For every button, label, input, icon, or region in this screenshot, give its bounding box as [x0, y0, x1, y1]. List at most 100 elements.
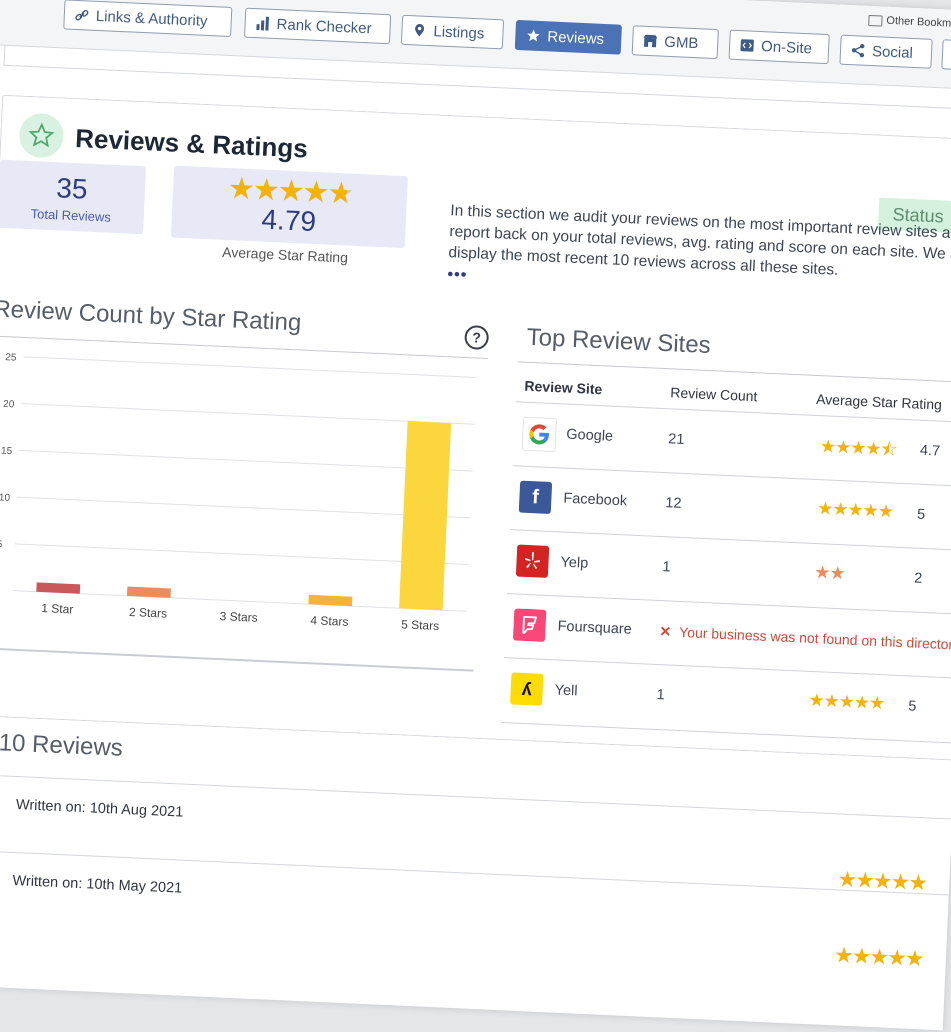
site-average: 2 — [913, 570, 923, 587]
google-icon — [521, 416, 558, 453]
total-reviews-card: 35 Total Reviews — [0, 159, 147, 235]
bookmark-label: Other Bookmarks — [886, 14, 951, 31]
tab-label: Listings — [433, 22, 485, 42]
review-count-bar-chart: 0 5 10 15 20 25 1 Star 2 Stars 3 Stars 4 Stars 5 S… — [0, 352, 477, 633]
tab-label: GMB — [663, 33, 699, 52]
folder-icon — [868, 14, 883, 27]
y-tick-label: 0 — [0, 586, 1, 597]
site-name: Foursquare — [557, 618, 633, 638]
site-star-rating: ★★★★★ — [816, 498, 894, 522]
page-canvas: Links & Authority Rank Checker Listings … — [0, 0, 951, 1031]
sites-title: Top Review Sites — [526, 323, 712, 360]
review-date: Written on: 10th May 2021 — [12, 873, 182, 897]
facebook-icon: f — [518, 480, 553, 514]
gridline — [19, 449, 473, 472]
tab-more[interactable] — [941, 39, 951, 72]
review-date-value: 10th Aug 2021 — [89, 800, 184, 821]
average-rating-label: Average Star Rating — [221, 243, 349, 266]
site-review-count: 1 — [656, 686, 666, 704]
review-date-value: 10th May 2021 — [85, 876, 183, 897]
section-title: Reviews & Ratings — [74, 123, 309, 164]
x-tick-label: 4 Stars — [310, 613, 349, 629]
column-header-average: Average Star Rating — [815, 390, 943, 413]
site-average: 5 — [916, 506, 926, 523]
x-tick-label: 1 Star — [41, 601, 74, 616]
reviews-section-icon — [18, 112, 65, 159]
tab-label: Social — [871, 42, 914, 62]
site-average: 4.7 — [919, 442, 941, 460]
bar-chart-icon — [255, 16, 270, 31]
tab-label: On-Site — [760, 37, 813, 57]
top-review-sites-panel: Top Review Sites Review Site Review Coun… — [500, 311, 951, 772]
bar — [399, 421, 452, 611]
tab-listings[interactable]: Listings — [400, 14, 505, 50]
help-icon[interactable]: ? — [464, 324, 490, 350]
bar — [126, 586, 171, 598]
tab-label: Reviews — [546, 27, 605, 48]
y-tick-label: 10 — [0, 492, 11, 504]
site-name: Google — [565, 426, 614, 445]
gridline — [12, 590, 467, 612]
site-star-rating: ★★★★⯪ — [819, 436, 898, 460]
star-icon — [526, 28, 541, 43]
tab-links-authority[interactable]: Links & Authority — [63, 0, 233, 38]
star-outline-icon — [28, 122, 55, 148]
yelp-icon — [515, 544, 550, 578]
site-name: Yell — [554, 682, 578, 700]
review-count-chart-panel: Review Count by Star Rating ? 0 5 10 15 20 25… — [0, 287, 490, 672]
review-stars: ★★★★★ — [833, 942, 924, 972]
review-date: Written on: 10th Aug 2021 — [16, 797, 184, 821]
reviews-section: Reviews & Ratings Status 35 Total Review… — [0, 94, 951, 761]
foursquare-icon — [512, 608, 547, 642]
map-pin-icon — [412, 23, 427, 38]
code-icon — [740, 38, 755, 53]
column-header-count: Review Count — [669, 384, 758, 405]
x-tick-label: 5 Stars — [401, 617, 440, 633]
y-tick-label: 20 — [3, 399, 15, 411]
site-review-count: 21 — [667, 431, 685, 448]
gridline — [16, 496, 471, 519]
google-icon — [0, 789, 1, 820]
other-bookmarks[interactable]: Other Bookmarks — [868, 14, 951, 31]
average-rating-card: ★★★★★ ★★★★★ 4.79 — [170, 165, 408, 249]
yell-icon: ʎ — [510, 672, 544, 706]
x-tick-label: 3 Stars — [219, 609, 258, 625]
last-reviews-title: Last 10 Reviews — [0, 727, 124, 762]
share-icon — [851, 43, 866, 58]
section-description: In this section we audit your reviews on… — [448, 202, 951, 279]
tab-reviews[interactable]: Reviews — [514, 19, 622, 55]
gridline — [14, 543, 469, 566]
site-star-rating: ★★★★★ — [808, 689, 885, 714]
y-tick-label: 15 — [1, 446, 13, 458]
bar — [36, 582, 81, 594]
gmb-icon — [643, 34, 658, 49]
gridline — [21, 403, 475, 425]
tab-label: Links & Authority — [95, 7, 208, 30]
tab-on-site[interactable]: On-Site — [728, 29, 830, 65]
x-tick-label: 2 Stars — [129, 605, 168, 621]
tab-social[interactable]: Social — [839, 34, 933, 69]
link-icon — [75, 8, 90, 23]
site-review-count: 12 — [664, 495, 682, 512]
error-x-icon: ✕ — [659, 623, 672, 640]
gridline — [23, 356, 477, 379]
chart-title: Review Count by Star Rating — [0, 295, 302, 337]
total-reviews-value: 35 — [55, 172, 89, 205]
site-star-rating: ★★ — [813, 562, 846, 584]
not-found-text: Your business was not found on this dire… — [678, 623, 951, 653]
total-reviews-label: Total Reviews — [30, 206, 112, 225]
y-tick-label: 25 — [5, 352, 17, 364]
site-review-count: 1 — [662, 559, 671, 576]
column-header-site: Review Site — [524, 377, 603, 398]
site-name: Yelp — [560, 554, 589, 572]
written-label: Written on: — [12, 872, 83, 893]
average-rating-stars: ★★★★★ ★★★★★ — [227, 172, 354, 211]
written-label: Written on: — [15, 797, 87, 817]
site-average: 5 — [907, 698, 917, 715]
tab-rank-checker[interactable]: Rank Checker — [244, 7, 392, 45]
tab-gmb[interactable]: GMB — [631, 25, 719, 60]
not-found-message: ✕ Your business was not found on this dir… — [659, 623, 951, 654]
more-options-button[interactable]: ••• — [447, 266, 468, 285]
bar — [308, 594, 353, 607]
site-name: Facebook — [563, 490, 628, 510]
